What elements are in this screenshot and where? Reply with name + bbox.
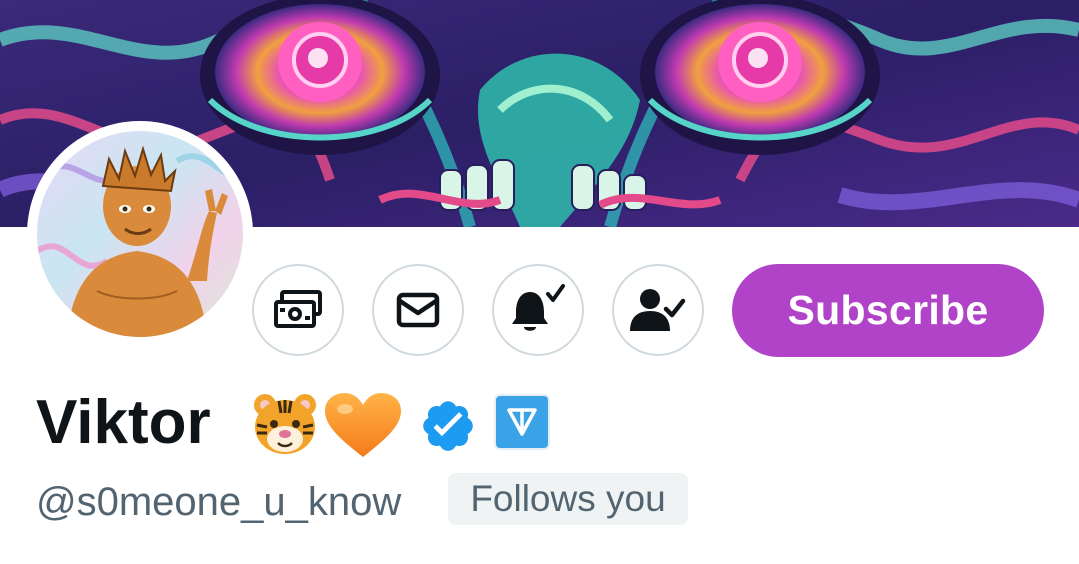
display-name: Viktor [36,388,211,457]
verified-badge-icon [423,401,473,451]
avatar-image [37,131,243,337]
notifications-button[interactable] [492,264,584,356]
bell-check-icon [512,284,565,331]
user-handle: @s0meone_u_know [36,480,402,524]
follows-you-badge: Follows you [448,473,688,525]
ton-logo-icon [494,394,550,450]
avatar[interactable] [27,121,253,347]
tip-button[interactable] [252,264,344,356]
tiger-face-emoji [254,394,316,454]
following-button[interactable] [612,264,704,356]
orange-heart-emoji [325,393,401,457]
message-button[interactable] [372,264,464,356]
subscribe-button[interactable]: Subscribe [732,264,1044,357]
person-check-icon [630,289,686,331]
envelope-icon [396,292,440,328]
money-icon [274,290,322,328]
